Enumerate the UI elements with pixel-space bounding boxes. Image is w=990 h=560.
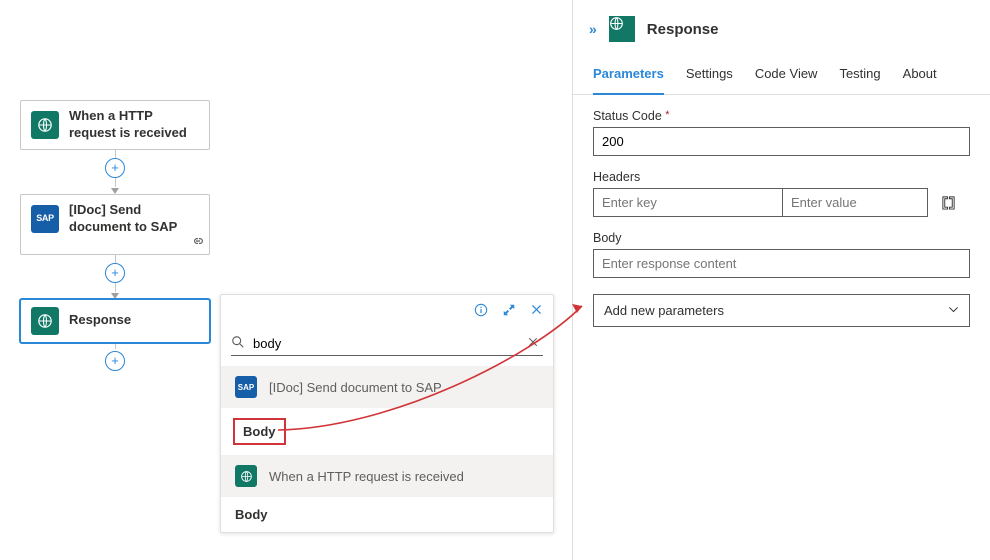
arrow-down-icon <box>111 188 119 194</box>
token-group-sap: SAP [IDoc] Send document to SAP <box>221 366 553 408</box>
globe-icon <box>31 307 59 335</box>
text-mode-button[interactable] <box>934 188 962 217</box>
globe-icon <box>31 111 59 139</box>
status-code-input[interactable] <box>593 127 970 156</box>
status-code-label: Status Code * <box>593 109 970 123</box>
workflow-canvas: When a HTTP request is received + SAP [I… <box>20 100 210 371</box>
tab-codeview[interactable]: Code View <box>755 56 818 94</box>
tab-parameters[interactable]: Parameters <box>593 56 664 95</box>
token-picker: SAP [IDoc] Send document to SAP Body Whe… <box>220 294 554 533</box>
globe-icon <box>235 465 257 487</box>
header-key-input[interactable] <box>593 188 783 217</box>
connector: + <box>20 343 210 371</box>
tab-about[interactable]: About <box>903 56 937 94</box>
chevron-down-icon <box>948 304 959 318</box>
search-input[interactable] <box>253 332 515 355</box>
header-value-input[interactable] <box>783 188 928 217</box>
tabs: Parameters Settings Code View Testing Ab… <box>573 56 990 95</box>
body-label: Body <box>593 231 970 245</box>
connector: + <box>20 150 210 194</box>
arrow-down-icon <box>111 293 119 299</box>
node-sap[interactable]: SAP [IDoc] Send document to SAP <box>20 194 210 255</box>
expand-icon[interactable] <box>502 303 516 320</box>
tab-testing[interactable]: Testing <box>839 56 880 94</box>
token-body-sap[interactable]: Body <box>221 408 553 455</box>
group-label: When a HTTP request is received <box>269 469 464 484</box>
clear-icon[interactable] <box>523 336 543 351</box>
node-label: Response <box>69 312 199 329</box>
search-icon <box>231 335 245 352</box>
token-label: Body <box>233 418 286 445</box>
sap-icon: SAP <box>235 376 257 398</box>
tab-settings[interactable]: Settings <box>686 56 733 94</box>
add-step-button[interactable]: + <box>105 263 125 283</box>
token-body-http[interactable]: Body <box>221 497 553 532</box>
connector: + <box>20 255 210 299</box>
token-label: Body <box>235 507 268 522</box>
sap-icon: SAP <box>31 205 59 233</box>
add-parameters-dropdown[interactable]: Add new parameters <box>593 294 970 327</box>
token-group-http: When a HTTP request is received <box>221 455 553 497</box>
body-input[interactable] <box>593 249 970 278</box>
close-icon[interactable] <box>530 303 543 320</box>
node-label: [IDoc] Send document to SAP <box>69 202 199 236</box>
info-icon[interactable] <box>474 303 488 320</box>
node-label: When a HTTP request is received <box>69 108 199 142</box>
token-search[interactable] <box>231 332 543 356</box>
headers-label: Headers <box>593 170 970 184</box>
node-response[interactable]: Response <box>20 299 210 343</box>
link-icon <box>189 235 205 252</box>
add-step-button[interactable]: + <box>105 351 125 371</box>
panel-title: Response <box>647 21 719 38</box>
add-parameters-label: Add new parameters <box>604 303 724 318</box>
group-label: [IDoc] Send document to SAP <box>269 380 442 395</box>
details-panel: » Response Parameters Settings Code View… <box>572 0 990 560</box>
add-step-button[interactable]: + <box>105 158 125 178</box>
globe-icon <box>609 16 635 42</box>
node-http-trigger[interactable]: When a HTTP request is received <box>20 100 210 150</box>
collapse-panel-button[interactable]: » <box>589 21 597 37</box>
